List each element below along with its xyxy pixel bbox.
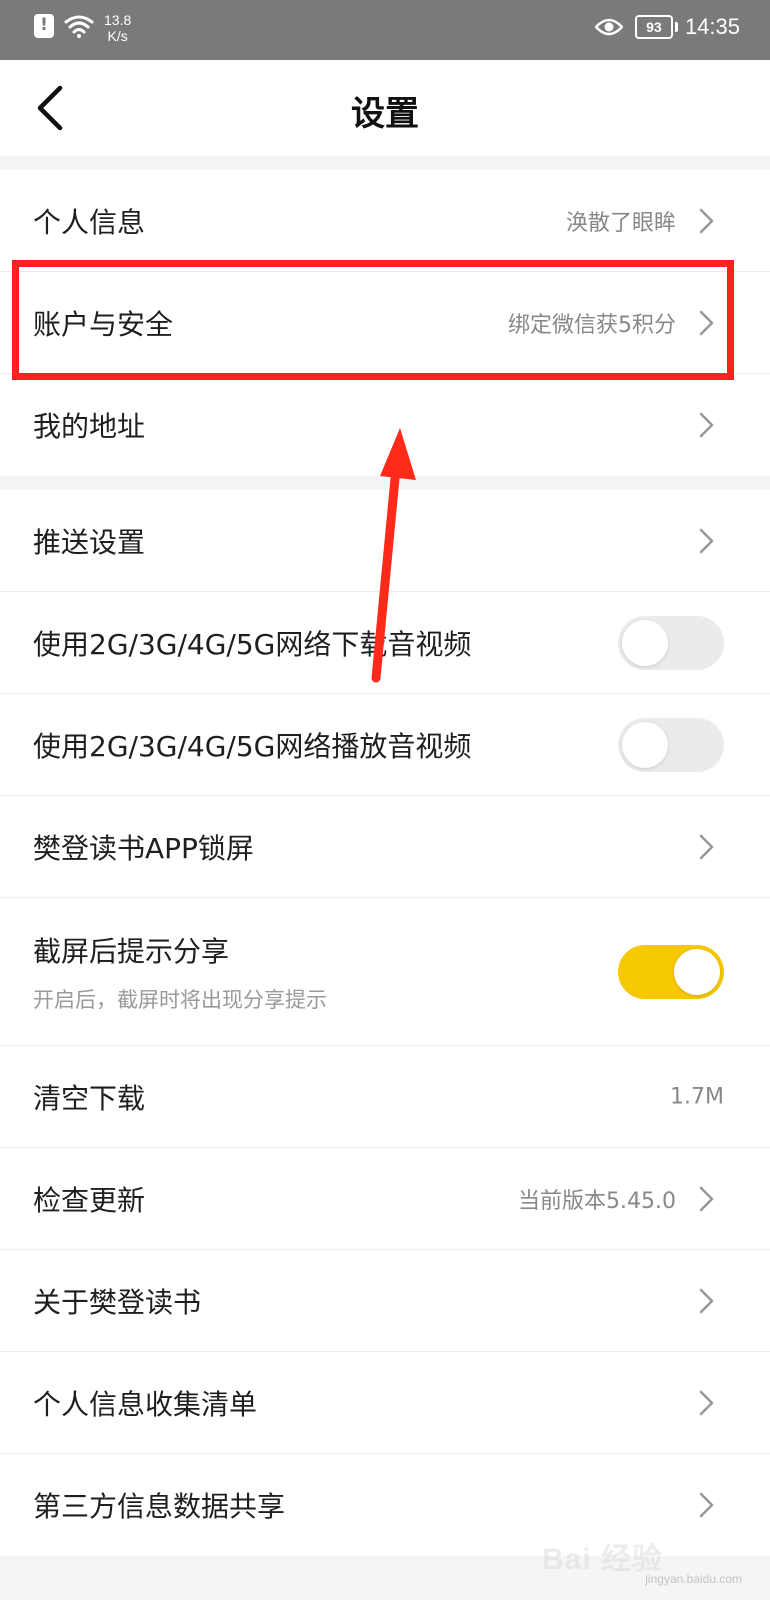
network-speed-unit: K/s — [107, 28, 128, 44]
row-sublabel: 开启后，截屏时将出现分享提示 — [33, 988, 327, 1012]
row-push-settings[interactable]: 推送设置 — [0, 490, 770, 592]
baidu-jingyan-watermark: Bai 经验 jingyan.baidu.com — [542, 1504, 742, 1586]
alert-icon — [34, 14, 54, 38]
row-value: 当前版本5.45.0 — [518, 1188, 676, 1214]
chevron-right-icon — [699, 528, 714, 553]
status-bar: 13.8 K/s 93 14:35 — [0, 0, 770, 60]
chevron-right-icon — [699, 412, 714, 438]
chevron-right-icon — [699, 1186, 714, 1211]
row-label: 清空下载 — [33, 1081, 146, 1115]
wifi-icon — [64, 15, 94, 38]
row-label: 樊登读书APP锁屏 — [33, 831, 254, 865]
row-label: 第三方信息数据共享 — [33, 1490, 286, 1523]
toggle-mobile-download[interactable] — [618, 615, 724, 670]
row-info-collection-list[interactable]: 个人信息收集清单 — [0, 1352, 770, 1454]
toggle-screenshot-share[interactable] — [618, 944, 724, 999]
row-screenshot-share: 截屏后提示分享 开启后，截屏时将出现分享提示 — [0, 898, 770, 1046]
row-account-security[interactable]: 账户与安全 绑定微信获5积分 — [0, 272, 770, 374]
row-label: 个人信息收集清单 — [33, 1387, 258, 1421]
status-bar-left: 13.8 K/s — [34, 12, 131, 44]
toggle-knob — [622, 721, 668, 768]
row-clear-downloads[interactable]: 清空下载 1.7M — [0, 1046, 770, 1148]
row-about[interactable]: 关于樊登读书 — [0, 1250, 770, 1352]
row-label: 检查更新 — [33, 1183, 146, 1217]
page-title: 设置 — [351, 94, 419, 134]
row-value: 涣散了眼眸 — [565, 210, 676, 236]
chevron-right-icon — [699, 208, 714, 233]
row-mobile-playback: 使用2G/3G/4G/5G网络播放音视频 — [0, 694, 770, 796]
row-my-address[interactable]: 我的地址 — [0, 374, 770, 476]
row-check-update[interactable]: 检查更新 当前版本5.45.0 — [0, 1148, 770, 1250]
chevron-right-icon — [699, 1288, 714, 1313]
network-speed: 13.8 K/s — [104, 12, 131, 44]
row-label: 账户与安全 — [33, 307, 174, 341]
watermark-url: jingyan.baidu.com — [645, 1572, 742, 1586]
battery-icon: 93 — [634, 15, 678, 39]
settings-group-account: 个人信息 涣散了眼眸 账户与安全 绑定微信获5积分 我的地址 — [0, 170, 770, 476]
clock: 14:35 — [684, 14, 740, 39]
row-label: 使用2G/3G/4G/5G网络播放音视频 — [33, 729, 472, 763]
header: 设置 — [0, 60, 770, 156]
row-label: 个人信息 — [33, 205, 146, 239]
chevron-right-icon — [699, 310, 714, 335]
toggle-knob — [674, 948, 720, 995]
eye-icon — [594, 18, 623, 36]
row-personal-info[interactable]: 个人信息 涣散了眼眸 — [0, 170, 770, 272]
row-app-lockscreen[interactable]: 樊登读书APP锁屏 — [0, 796, 770, 898]
settings-group-general: 推送设置 使用2G/3G/4G/5G网络下载音视频 使用2G/3G/4G/5G网… — [0, 490, 770, 1556]
row-mobile-download: 使用2G/3G/4G/5G网络下载音视频 — [0, 592, 770, 694]
row-label: 使用2G/3G/4G/5G网络下载音视频 — [33, 627, 472, 661]
row-label: 关于樊登读书 — [33, 1285, 202, 1319]
network-speed-value: 13.8 — [104, 12, 132, 28]
chevron-right-icon — [699, 1390, 714, 1415]
toggle-knob — [622, 619, 668, 666]
toggle-mobile-playback[interactable] — [618, 717, 724, 772]
row-value: 1.7M — [670, 1084, 724, 1109]
row-label: 我的地址 — [33, 410, 146, 443]
chevron-right-icon — [699, 834, 714, 859]
row-value: 绑定微信获5积分 — [508, 312, 676, 338]
status-bar-right: 93 14:35 — [594, 14, 740, 40]
row-label: 推送设置 — [33, 525, 146, 559]
row-label: 截屏后提示分享 — [33, 935, 230, 968]
